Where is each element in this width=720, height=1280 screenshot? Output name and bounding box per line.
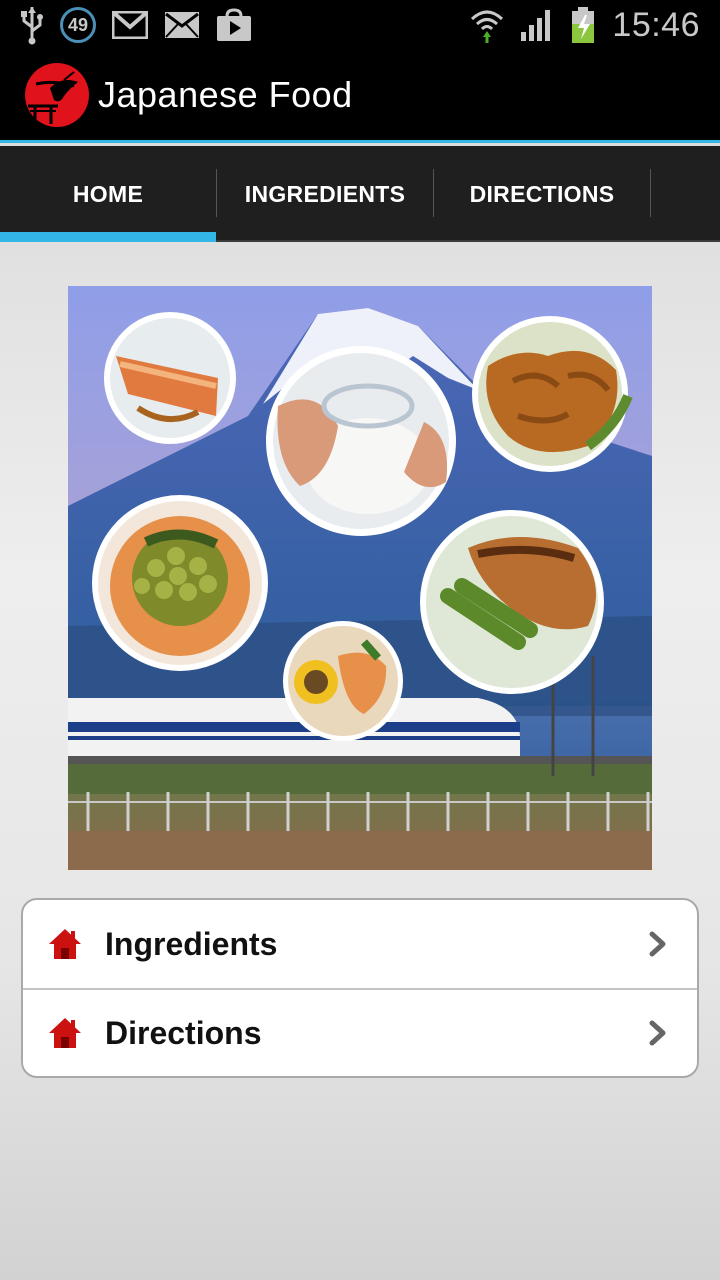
tab-ingredients[interactable]: INGREDIENTS [217, 146, 433, 242]
tab-divider [650, 169, 651, 217]
signal-icon [520, 8, 554, 42]
hero-food-collage-image [68, 286, 652, 870]
list-item-label: Directions [105, 1014, 262, 1051]
tab-bar: HOME INGREDIENTS DIRECTIONS [0, 146, 720, 242]
status-bar: 49 15:46 [0, 0, 720, 50]
play-store-icon [216, 8, 252, 42]
chevron-right-icon [647, 931, 669, 957]
email-icon [164, 11, 200, 39]
tab-home[interactable]: HOME [0, 146, 216, 242]
list-item-ingredients[interactable]: Ingredients [23, 900, 697, 988]
battery-charging-icon [570, 6, 596, 44]
menu-list: Ingredients Directions [21, 898, 699, 1078]
chevron-right-icon [647, 1020, 669, 1046]
tab-directions[interactable]: DIRECTIONS [434, 146, 650, 242]
status-bar-notifications: 49 [20, 5, 252, 45]
app-title: Japanese Food [98, 74, 353, 115]
status-clock: 15:46 [612, 5, 700, 44]
action-bar: Japanese Food [0, 50, 720, 143]
list-item-label: Ingredients [105, 925, 278, 962]
app-logo-icon[interactable] [24, 62, 90, 128]
status-bar-system: 15:46 [470, 6, 700, 45]
list-item-directions[interactable]: Directions [23, 988, 697, 1076]
home-icon [47, 1015, 83, 1051]
wifi-icon [470, 7, 504, 43]
usb-icon [20, 5, 44, 45]
update-badge-icon: 49 [60, 7, 96, 43]
gmail-icon [112, 11, 148, 39]
home-icon [47, 926, 83, 962]
